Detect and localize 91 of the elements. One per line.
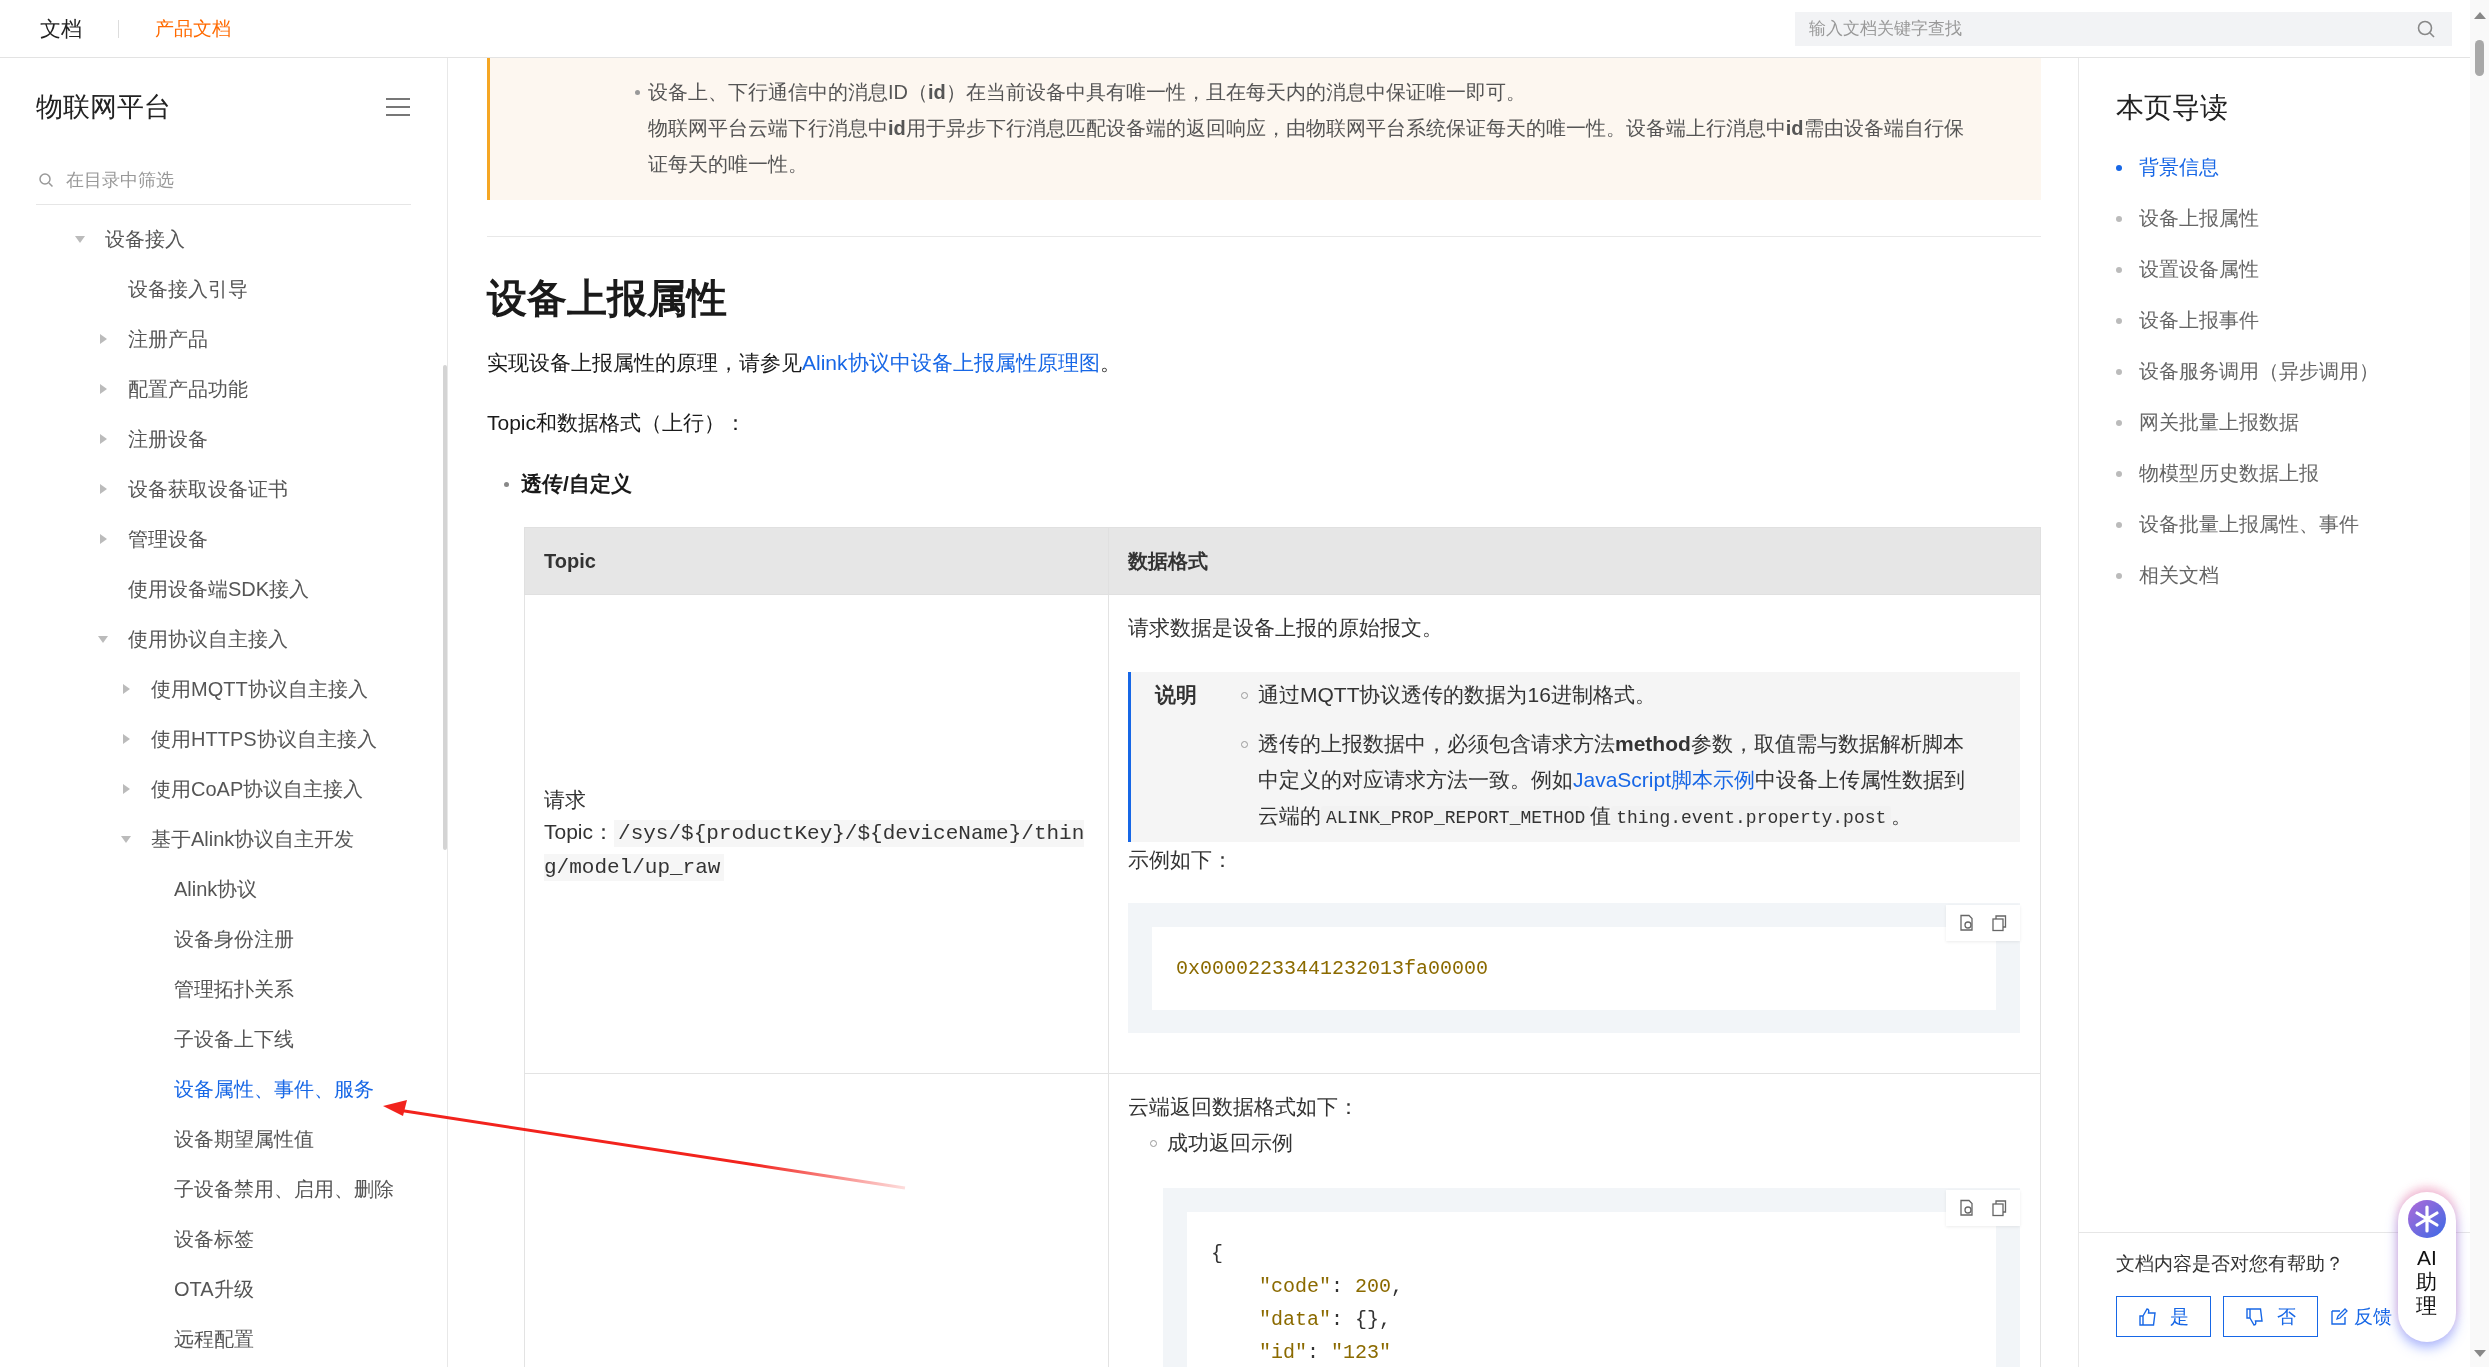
- code-line: 0x00002233441232013fa00000: [1176, 956, 1490, 982]
- toc-link[interactable]: 背景信息: [2139, 154, 2219, 181]
- bullet-icon: [2116, 164, 2122, 171]
- list-item-text: 成功返回示例: [1167, 1130, 1293, 1156]
- tree-item[interactable]: 注册产品: [0, 314, 208, 364]
- tree-item[interactable]: 注册设备: [0, 414, 208, 464]
- paragraph: 实现设备上报属性的原理，请参见Alink协议中设备上报属性原理图。: [487, 350, 1122, 376]
- edit-icon: [2330, 1307, 2348, 1326]
- topic-text: Topic： /sys/${productKey}/${deviceName}/thing/model/up_raw: [544, 819, 1086, 883]
- document-search-icon[interactable]: [1958, 1199, 1976, 1217]
- filter-field[interactable]: 在目录中筛选: [64, 168, 411, 192]
- paragraph: 示例如下：: [1128, 847, 1234, 873]
- toc-link[interactable]: 设备批量上报属性、事件: [2139, 511, 2359, 538]
- note-text: 通过MQTT协议透传的数据为16进制格式。: [1258, 682, 1656, 708]
- column-header: Topic: [524, 527, 1109, 595]
- feedback-question: 文档内容是否对您有帮助？: [2116, 1252, 2344, 1276]
- bullet-icon: [2116, 317, 2122, 324]
- bullet-icon: [2116, 419, 2122, 426]
- toc-link[interactable]: 相关文档: [2139, 562, 2219, 589]
- tree-item[interactable]: 管理设备: [0, 514, 208, 564]
- tree-item[interactable]: 配置产品功能: [0, 364, 248, 414]
- doc-link[interactable]: JavaScript脚本示例: [1573, 768, 1756, 791]
- menu-icon[interactable]: [385, 97, 411, 117]
- copy-icon[interactable]: [1990, 1199, 2008, 1217]
- code-line: "data": {},: [1258, 1307, 1393, 1333]
- sidebar-title: 物联网平台: [36, 91, 171, 124]
- bullet-icon: [2116, 266, 2122, 273]
- toc-title: 本页导读: [2116, 91, 2229, 125]
- tree-item[interactable]: 使用协议自主接入: [0, 614, 288, 664]
- bullet-icon: [2116, 470, 2122, 477]
- tree-item[interactable]: 使用HTTPS协议自主接入: [0, 714, 377, 764]
- note-label: 说明: [1155, 682, 1198, 708]
- toc-link[interactable]: 设置设备属性: [2139, 256, 2259, 283]
- tree-item[interactable]: 管理拓扑关系: [0, 964, 294, 1014]
- bullet-icon: [635, 90, 640, 95]
- code-line: {: [1211, 1241, 1224, 1267]
- tree-item[interactable]: Alink协议: [0, 864, 258, 914]
- ai-assistant-button[interactable]: AI助理: [2398, 1192, 2456, 1342]
- thumbs-down-icon: [2245, 1306, 2265, 1327]
- scroll-up-icon[interactable]: [2472, 10, 2487, 20]
- tree-item[interactable]: 使用CoAP协议自主接入: [0, 764, 364, 814]
- scrollbar-thumb[interactable]: [443, 365, 447, 850]
- copy-icon[interactable]: [1990, 914, 2008, 932]
- column-header: 数据格式: [1108, 527, 2041, 595]
- code-line: "id": "123": [1258, 1340, 1393, 1366]
- bullet-icon: [2116, 521, 2122, 528]
- docs-home-link[interactable]: 文档: [40, 14, 82, 43]
- tree-item[interactable]: OTA升级: [0, 1264, 254, 1314]
- notice-text: 设备上、下行通信中的消息ID（id）在当前设备中具有唯一性，且在每天内的消息中保证唯一即可。: [648, 80, 1527, 105]
- tree-item[interactable]: 远程配置: [0, 1314, 254, 1364]
- search-icon: [38, 172, 54, 188]
- section-heading: 设备上报属性: [487, 275, 728, 322]
- tree-item[interactable]: 设备期望属性值: [0, 1114, 314, 1164]
- bullet-icon: [2116, 215, 2122, 222]
- tree-item[interactable]: 设备获取设备证书: [0, 464, 288, 514]
- notice-text: 物联网平台云端下行消息中id用于异步下行消息匹配设备端的返回响应，由物联网平台系统保证每天的唯一性。设备端上行消息中id需由设备端自行保证每天的唯一性。: [648, 116, 1965, 177]
- request-label: 请求: [544, 787, 587, 813]
- no-button[interactable]: 否: [2223, 1296, 2318, 1337]
- toc-link[interactable]: 物模型历史数据上报: [2139, 460, 2319, 487]
- scrollbar-thumb[interactable]: [2475, 40, 2484, 76]
- tree-item[interactable]: 基于Alink协议自主开发: [0, 814, 355, 864]
- toc-link[interactable]: 设备上报事件: [2139, 307, 2259, 334]
- code-line: "code": 200,: [1258, 1274, 1405, 1300]
- document-search-icon[interactable]: [1958, 914, 1976, 932]
- tree-item[interactable]: 使用MQTT协议自主接入: [0, 664, 368, 714]
- scroll-down-icon[interactable]: [2472, 1349, 2487, 1359]
- toc-link[interactable]: 设备上报属性: [2139, 205, 2259, 232]
- thumbs-up-icon: [2138, 1306, 2158, 1327]
- paragraph: 云端返回数据格式如下：: [1128, 1094, 1360, 1120]
- paragraph: 请求数据是设备上报的原始报文。: [1128, 615, 1444, 641]
- bullet-icon: [2116, 368, 2122, 375]
- tree-item[interactable]: 设备接入引导: [0, 264, 248, 314]
- bullet-icon: [504, 481, 509, 487]
- search-icon[interactable]: [2416, 18, 2436, 39]
- tree-item[interactable]: 设备属性、事件、服务: [0, 1064, 374, 1114]
- note-text: 透传的上报数据中，必须包含请求方法method参数，取值需与数据解析脚本中定义的对应请求方法一致。例如JavaScript脚本示例中设备上传属性数据到云端的 ALINK_PROP_REPORT_METHOD 值 thing.event.property.post 。: [1258, 731, 1967, 832]
- toc-link[interactable]: 设备服务调用（异步调用）: [2139, 358, 2379, 385]
- tree-item[interactable]: 设备标签: [0, 1214, 254, 1264]
- doc-link[interactable]: Alink协议中设备上报属性原理图: [802, 351, 1100, 374]
- list-item-text: 透传/自定义: [521, 471, 632, 497]
- tree-item[interactable]: 设备身份注册: [0, 914, 294, 964]
- tree-item[interactable]: 子设备禁用、启用、删除: [0, 1164, 394, 1214]
- search-field[interactable]: 输入文档关键字查找: [1795, 11, 2452, 46]
- tree-item[interactable]: 使用设备端SDK接入: [0, 564, 310, 614]
- tree-item[interactable]: 子设备上下线: [0, 1014, 294, 1064]
- sparkle-icon: [2408, 1200, 2446, 1238]
- bullet-icon: [2116, 572, 2122, 579]
- paragraph: Topic和数据格式（上行）：: [487, 410, 748, 436]
- yes-button[interactable]: 是: [2116, 1296, 2211, 1337]
- tree-item[interactable]: 设备接入: [0, 214, 185, 264]
- toc-link[interactable]: 网关批量上报数据: [2139, 409, 2299, 436]
